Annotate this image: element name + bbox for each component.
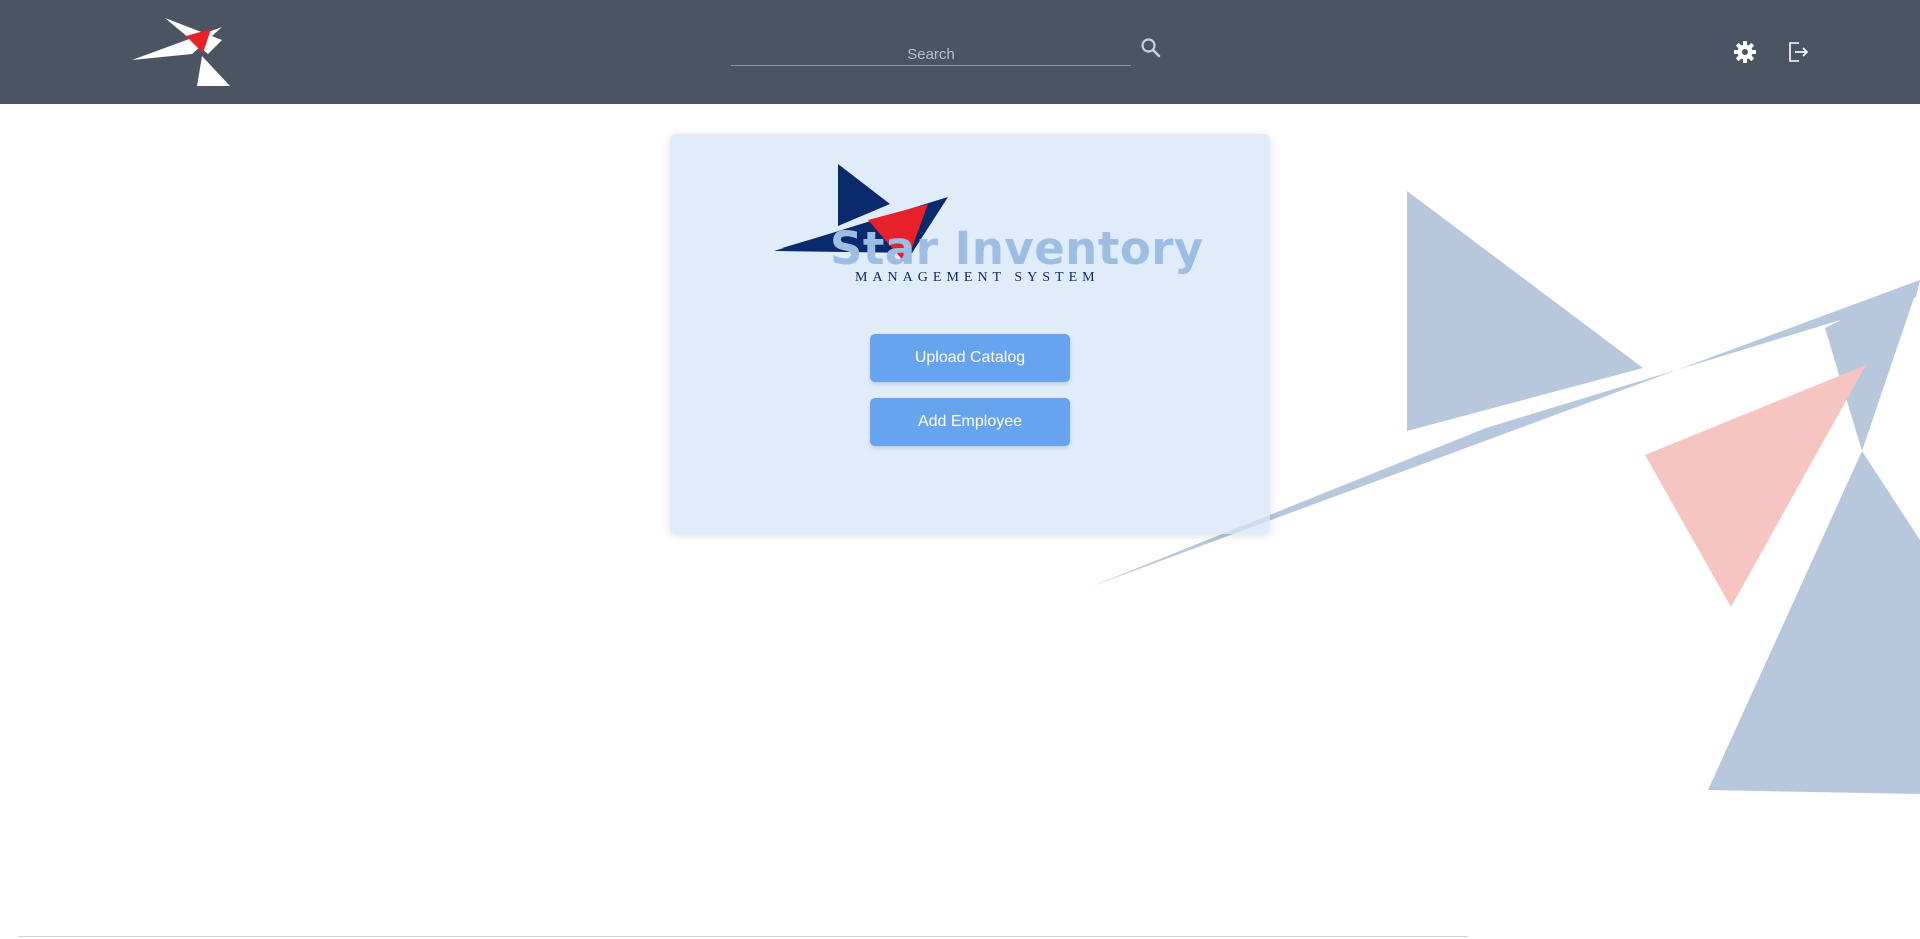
star-logo-icon[interactable] [130, 16, 234, 88]
add-employee-button[interactable]: Add Employee [870, 398, 1070, 446]
main-panel: Star Inventory MANAGEMENT SYSTEM Upload … [670, 134, 1270, 534]
search-icon[interactable] [1139, 36, 1163, 60]
search-field [731, 36, 1131, 66]
top-header [0, 0, 1920, 104]
logout-icon[interactable] [1786, 40, 1810, 64]
divider [18, 936, 1468, 937]
brand-name: Star Inventory [830, 222, 1204, 275]
gear-icon[interactable] [1733, 40, 1757, 64]
search-input[interactable] [731, 36, 1131, 65]
brand-tagline: MANAGEMENT SYSTEM [855, 270, 1100, 285]
upload-catalog-button[interactable]: Upload Catalog [870, 334, 1070, 382]
